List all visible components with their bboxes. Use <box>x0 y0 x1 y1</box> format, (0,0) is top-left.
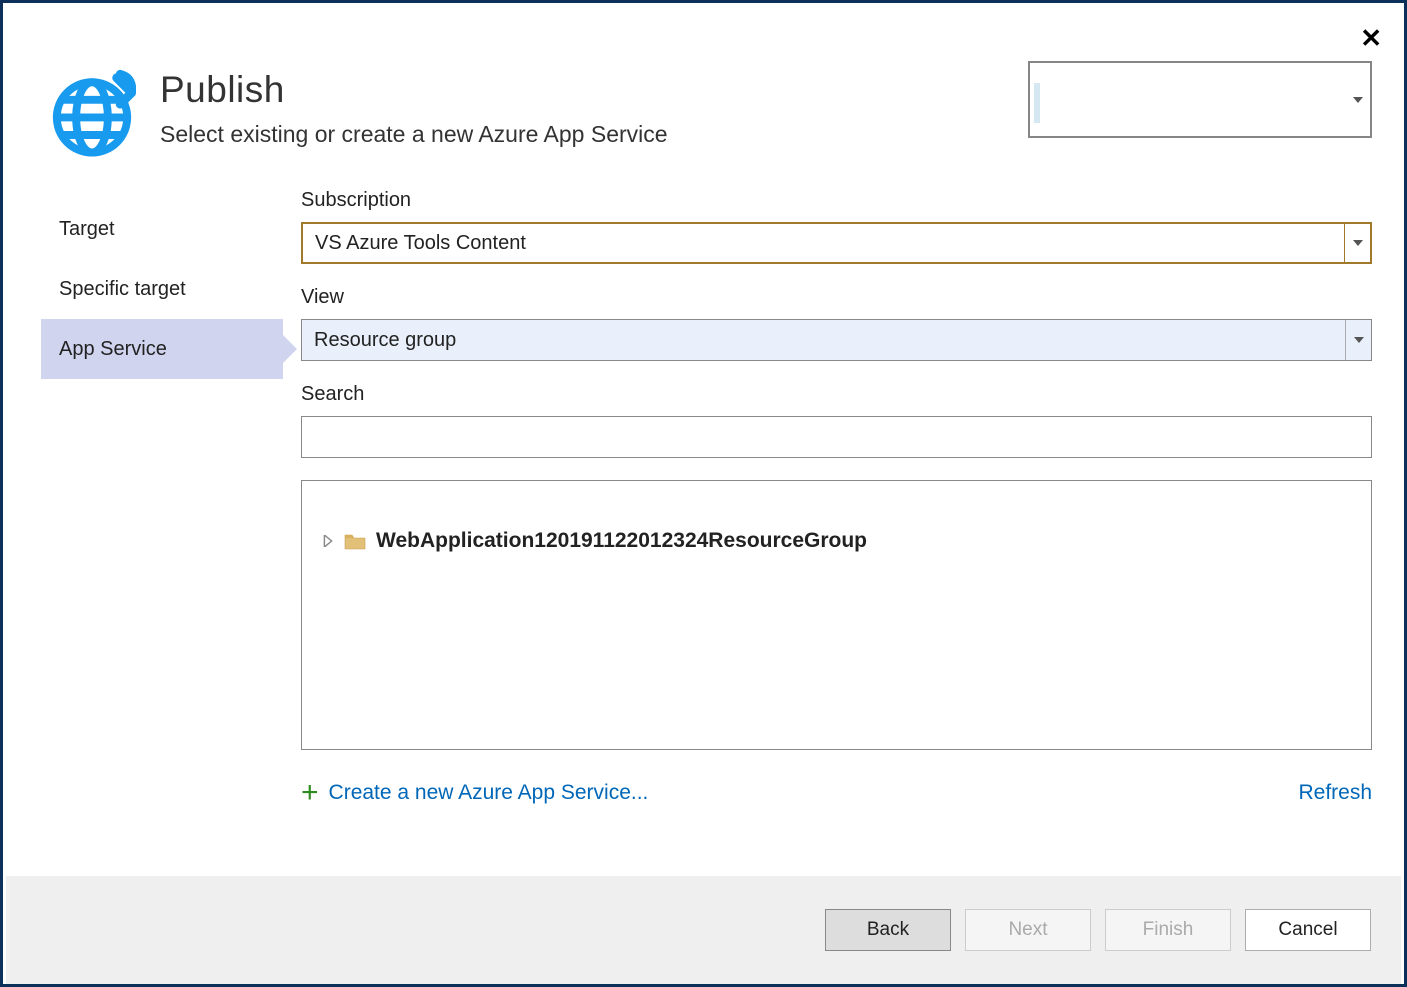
sidebar-item-label: App Service <box>59 338 167 361</box>
account-dropdown[interactable] <box>1028 61 1372 138</box>
subscription-dropdown[interactable]: VS Azure Tools Content <box>301 222 1372 264</box>
chevron-down-icon <box>1344 224 1370 262</box>
search-label: Search <box>301 383 1372 406</box>
sidebar-item-label: Target <box>59 218 115 241</box>
create-link-label: Create a new Azure App Service... <box>329 781 649 805</box>
refresh-link[interactable]: Refresh <box>1298 781 1372 805</box>
sidebar-item-label: Specific target <box>59 278 186 301</box>
sidebar-item-specific-target[interactable]: Specific target <box>41 259 283 319</box>
folder-icon <box>344 532 366 550</box>
refresh-link-label: Refresh <box>1298 781 1372 804</box>
wizard-steps-sidebar: Target Specific target App Service <box>3 189 283 808</box>
tree-item-label: WebApplication120191122012324ResourceGro… <box>376 529 867 553</box>
back-button[interactable]: Back <box>825 909 951 951</box>
expand-icon[interactable] <box>322 535 334 547</box>
view-value: Resource group <box>302 329 1345 352</box>
account-indicator <box>1034 83 1040 123</box>
resource-tree[interactable]: WebApplication120191122012324ResourceGro… <box>301 480 1372 750</box>
view-label: View <box>301 286 1372 309</box>
tree-item[interactable]: WebApplication120191122012324ResourceGro… <box>322 529 1351 553</box>
create-app-service-link[interactable]: + Create a new Azure App Service... <box>301 778 648 808</box>
dialog-title: Publish <box>160 69 668 111</box>
globe-publish-icon <box>48 69 136 157</box>
view-dropdown[interactable]: Resource group <box>301 319 1372 361</box>
cancel-button[interactable]: Cancel <box>1245 909 1371 951</box>
subscription-value: VS Azure Tools Content <box>303 232 1344 255</box>
search-input[interactable] <box>301 416 1372 458</box>
subscription-label: Subscription <box>301 189 1372 212</box>
dialog-subtitle: Select existing or create a new Azure Ap… <box>160 121 668 148</box>
chevron-down-icon <box>1346 63 1370 136</box>
sidebar-item-app-service[interactable]: App Service <box>41 319 283 379</box>
chevron-down-icon <box>1345 320 1371 360</box>
sidebar-item-target[interactable]: Target <box>41 199 283 259</box>
next-button: Next <box>965 909 1091 951</box>
dialog-footer: Back Next Finish Cancel <box>6 876 1401 984</box>
plus-icon: + <box>301 778 319 808</box>
finish-button: Finish <box>1105 909 1231 951</box>
